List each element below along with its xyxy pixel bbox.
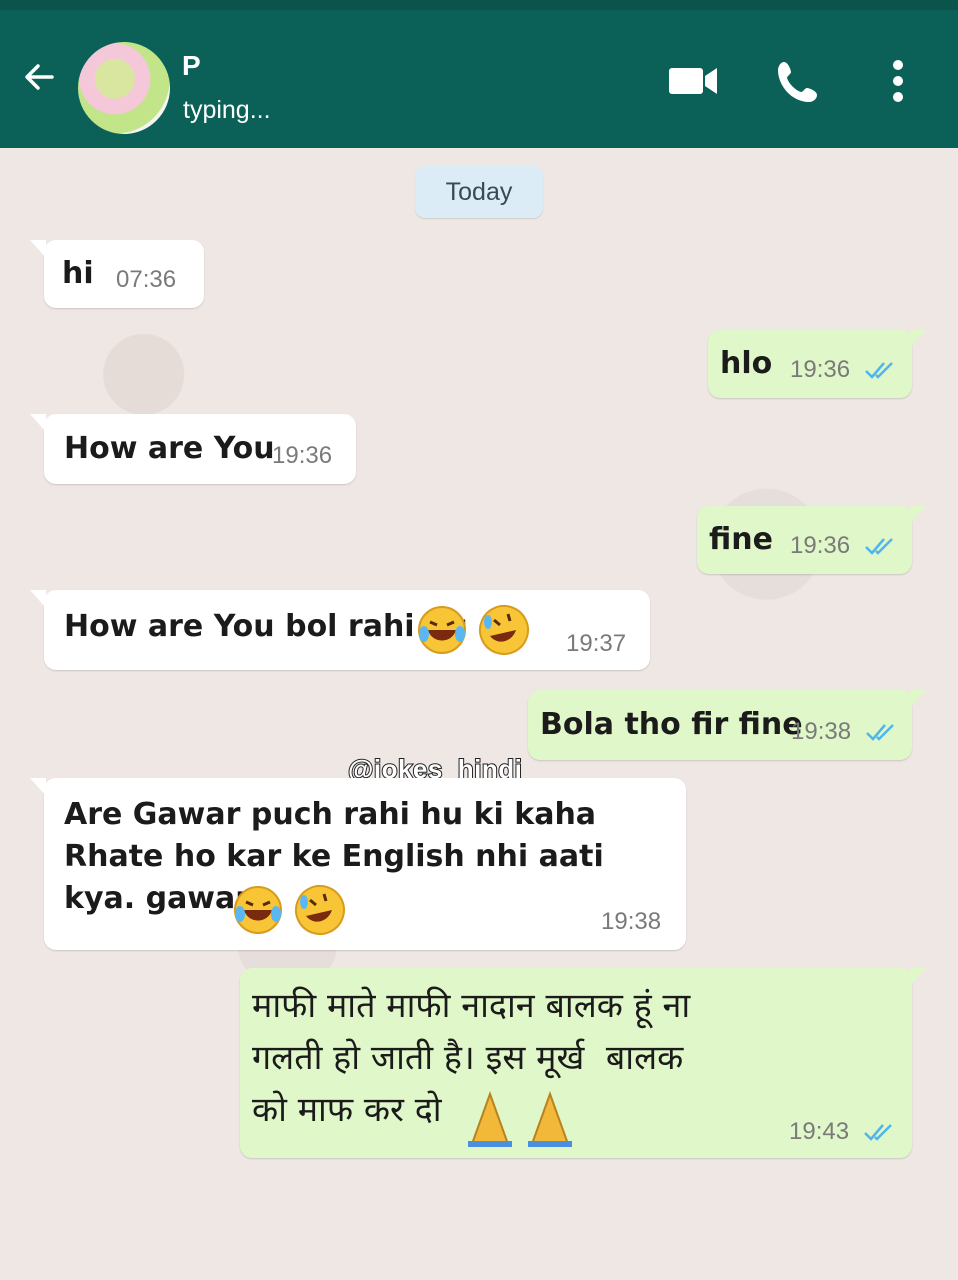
message-time: 19:36 xyxy=(790,532,851,559)
status-strip xyxy=(0,0,958,10)
video-camera-icon[interactable] xyxy=(665,56,721,106)
arrow-left-icon[interactable] xyxy=(18,55,62,99)
incoming-message[interactable]: Are Gawar puch rahi hu ki kaha Rhate ho … xyxy=(30,778,686,950)
message-time: 19:36 xyxy=(272,442,333,469)
rofl-emoji-icon xyxy=(476,602,532,662)
incoming-message[interactable]: hi 07:36 xyxy=(30,240,204,308)
message-text: hi xyxy=(62,256,94,291)
message-time: 19:43 xyxy=(789,1118,850,1145)
rofl-emoji-icon xyxy=(292,882,348,942)
contact-name[interactable]: P xyxy=(182,50,201,82)
incoming-message[interactable]: How are You bol rahi hu 19:37 xyxy=(30,590,650,670)
message-time: 19:38 xyxy=(791,718,852,745)
message-time: 19:38 xyxy=(601,908,662,935)
laughing-emoji-icon xyxy=(232,884,284,940)
message-time: 07:36 xyxy=(116,266,177,293)
folded-hands-emoji-icon xyxy=(462,1088,582,1152)
outgoing-message[interactable]: fine 19:36 xyxy=(697,506,926,574)
phone-icon[interactable] xyxy=(772,56,828,106)
message-text: hlo xyxy=(720,346,773,381)
message-text: How are You xyxy=(64,431,275,466)
outgoing-message[interactable]: Bola tho fir fine 19:38 xyxy=(528,690,926,760)
message-time: 19:37 xyxy=(566,630,627,657)
double-check-icon xyxy=(866,724,894,741)
double-check-icon xyxy=(865,362,893,379)
laughing-emoji-icon xyxy=(416,604,468,660)
double-check-icon xyxy=(864,1124,892,1141)
double-check-icon xyxy=(865,538,893,555)
outgoing-message[interactable]: माफी माते माफी नादान बालक हूं ना गलती हो… xyxy=(240,968,926,1158)
app-header: P typing... xyxy=(0,0,958,148)
avatar[interactable] xyxy=(78,42,170,134)
message-time: 19:36 xyxy=(790,356,851,383)
outgoing-message[interactable]: hlo 19:36 xyxy=(708,330,926,398)
message-text: fine xyxy=(709,522,773,557)
incoming-message[interactable]: How are You 19:36 xyxy=(30,414,356,484)
message-text: Bola tho fir fine xyxy=(540,707,803,742)
date-separator: Today xyxy=(415,166,543,218)
message-text: How are You bol rahi hu xyxy=(64,609,468,644)
vertical-dots-icon[interactable] xyxy=(880,56,916,106)
typing-status: typing... xyxy=(183,96,271,124)
